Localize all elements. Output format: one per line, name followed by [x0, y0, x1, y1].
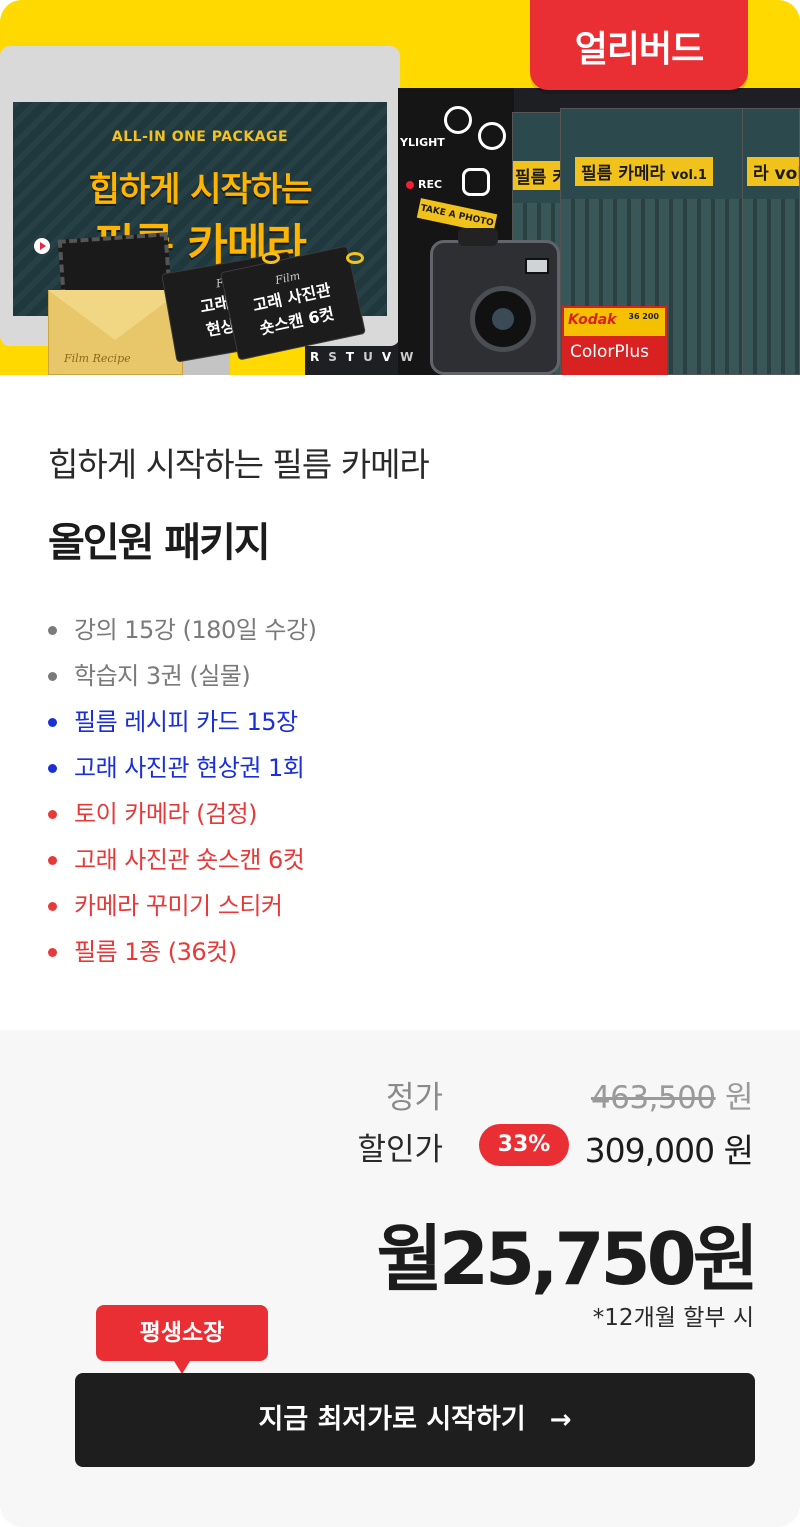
envelope-flap	[48, 290, 182, 340]
bow-icon	[346, 252, 364, 264]
feature-list: 강의 15강 (180일 수강) 학습지 3권 (실물) 필름 레시피 카드 1…	[48, 612, 317, 980]
feature-item: 강의 15강 (180일 수강)	[48, 612, 317, 658]
early-bird-badge: 얼리버드	[530, 0, 748, 90]
kodak-film-box: Kodak 36 200 ColorPlus	[562, 306, 667, 375]
envelope-label: Film Recipe	[64, 352, 131, 365]
package-label: ALL-IN ONE PACKAGE	[111, 129, 289, 145]
sale-price-label: 할인가	[357, 1132, 443, 1168]
product-subtitle: 힙하게 시작하는 필름 카메라	[48, 445, 430, 484]
lifetime-access-badge: 평생소장	[96, 1305, 268, 1361]
product-card: ALL-IN ONE PACKAGE 힙하게 시작하는 필름 카메라 Film …	[0, 0, 800, 1527]
sticker-light: YLIGHT	[400, 136, 445, 149]
flower-sticker-icon	[478, 122, 506, 150]
regular-price-label: 정가	[385, 1080, 443, 1116]
bullet-icon	[48, 902, 57, 911]
flower-sticker-icon	[444, 106, 472, 134]
sale-price: 309,000 원	[584, 1124, 754, 1172]
feature-item: 필름 1종 (36컷)	[48, 934, 316, 980]
camera-viewfinder	[525, 258, 549, 274]
currency-unit: 원	[723, 1131, 754, 1170]
film-poster: 라 vol	[742, 108, 800, 375]
kodak-product: ColorPlus	[570, 342, 649, 362]
kodak-brand: Kodak	[568, 312, 617, 328]
camera-shutter	[458, 228, 498, 246]
hero-image: ALL-IN ONE PACKAGE 힙하게 시작하는 필름 카메라 Film …	[0, 0, 800, 375]
feature-item: 토이 카메라 (검정)	[48, 796, 316, 842]
monthly-price: 월25,750원	[376, 1217, 759, 1301]
bullet-icon	[48, 764, 57, 773]
bullet-icon	[48, 672, 57, 681]
feature-item: 고래 사진관 숏스캔 6컷	[48, 842, 316, 888]
camera-lens-glass	[492, 308, 514, 330]
discount-badge: 33%	[479, 1124, 569, 1166]
regular-price-value: 463,500	[590, 1080, 716, 1116]
start-now-label: 지금 최저가로 시작하기	[258, 1404, 526, 1435]
bullet-icon	[48, 856, 57, 865]
product-title: 올인원 패키지	[48, 520, 271, 566]
installment-note: *12개월 할부 시	[592, 1305, 754, 1331]
hero-title-line1: 힙하게 시작하는	[88, 170, 313, 210]
poster-title: 필름 카메라 vol.1	[575, 157, 713, 186]
arrow-right-icon: →	[549, 1405, 572, 1435]
bullet-icon	[48, 626, 57, 635]
feature-item: 필름 레시피 카드 15장	[48, 704, 316, 750]
bullet-icon	[48, 718, 57, 727]
rec-dot-icon	[406, 181, 414, 189]
early-bird-label: 얼리버드	[574, 29, 704, 70]
start-now-button[interactable]: 지금 최저가로 시작하기 →	[75, 1373, 755, 1467]
play-icon	[34, 238, 50, 254]
bullet-icon	[48, 948, 57, 957]
poster-title-edge: 라 vol	[747, 157, 799, 186]
feature-item: 학습지 3권 (실물)	[48, 658, 316, 704]
regular-price: 463,500 원	[590, 1072, 754, 1117]
bow-icon	[262, 252, 280, 264]
currency-unit: 원	[724, 1080, 754, 1116]
sale-price-value: 309,000	[584, 1131, 715, 1170]
feature-item: 카메라 꾸미기 스티커	[48, 888, 316, 934]
cat-sticker-icon	[462, 168, 490, 196]
kodak-count: 36 200	[628, 312, 659, 321]
bullet-icon	[48, 810, 57, 819]
letter-stickers: RSTUVW	[310, 350, 423, 364]
feature-item: 고래 사진관 현상권 1회	[48, 750, 316, 796]
sticker-rec: REC	[406, 178, 442, 191]
